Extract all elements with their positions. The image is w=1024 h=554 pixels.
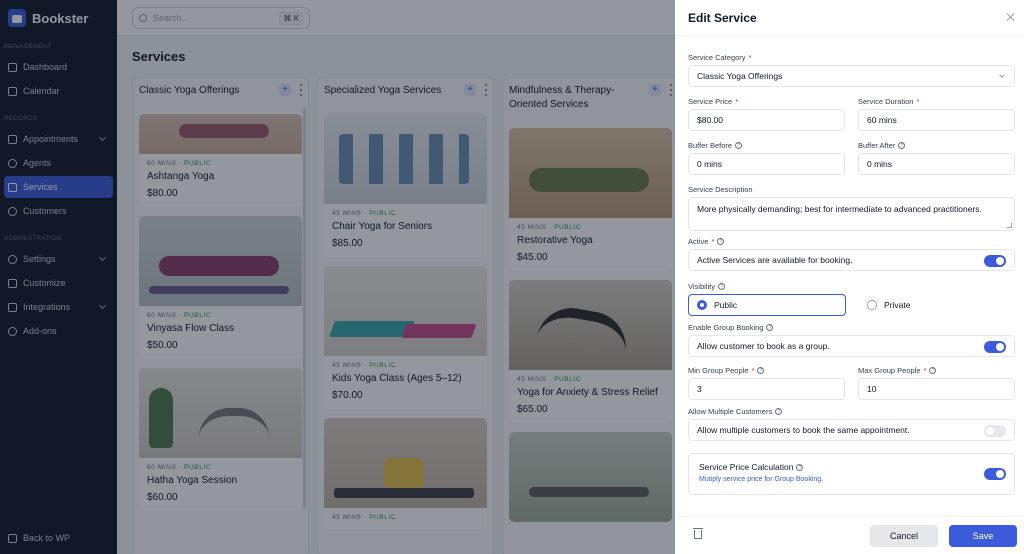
multiple-customers-toggle[interactable] xyxy=(984,425,1006,437)
service-price-input[interactable]: $80.00 xyxy=(688,109,845,131)
info-icon[interactable]: ? xyxy=(717,237,725,245)
visibility-private-radio[interactable]: Private xyxy=(858,294,1015,316)
active-field: Active *? Active Services are available f… xyxy=(688,236,1015,271)
chevron-down-icon xyxy=(999,72,1005,78)
service-description-textarea[interactable]: More physically demanding; best for inte… xyxy=(688,197,1015,231)
field-label: Service Price xyxy=(688,96,733,106)
close-icon[interactable] xyxy=(1006,12,1016,22)
select-value: Classic Yoga Offerings xyxy=(697,71,783,81)
info-icon[interactable]: ? xyxy=(735,141,743,149)
buffer-before-input[interactable]: 0 mins xyxy=(688,153,845,175)
drawer-footer: Cancel Save xyxy=(675,516,1024,554)
toggle-text: Allow multiple customers to book the sam… xyxy=(697,425,910,435)
field-label: Allow Multiple Customers xyxy=(688,406,773,416)
save-button[interactable]: Save xyxy=(949,525,1017,547)
multiple-customers-field: Allow Multiple Customers? Allow multiple… xyxy=(688,406,1015,441)
required-marker: * xyxy=(751,365,755,375)
min-group-input[interactable]: 3 xyxy=(688,378,845,400)
price-calculation-toggle[interactable] xyxy=(984,468,1006,480)
radio-selected-icon xyxy=(697,300,707,310)
buffer-after-field: Buffer After? 0 mins xyxy=(858,140,1015,175)
radio-label: Public xyxy=(714,300,738,310)
textarea-value: More physically demanding; best for inte… xyxy=(697,204,982,214)
edit-service-drawer: Edit Service Service Category * Classic Y… xyxy=(675,0,1024,554)
required-marker: * xyxy=(916,96,920,106)
info-icon[interactable]: ? xyxy=(796,463,804,471)
group-booking-toggle-row: Allow customer to book as a group. xyxy=(688,335,1015,357)
active-toggle[interactable] xyxy=(984,255,1006,267)
service-duration-field: Service Duration * 60 mins xyxy=(858,96,1015,131)
info-icon[interactable]: ? xyxy=(898,141,906,149)
max-group-input[interactable]: 10 xyxy=(858,378,1015,400)
service-price-field: Service Price * $80.00 xyxy=(688,96,845,131)
active-toggle-row: Active Services are available for bookin… xyxy=(688,249,1015,271)
info-icon[interactable]: ? xyxy=(757,366,765,374)
multiple-customers-toggle-row: Allow multiple customers to book the sam… xyxy=(688,419,1015,441)
field-label: Visibility xyxy=(688,281,715,291)
visibility-public-radio[interactable]: Public xyxy=(688,294,846,316)
buffer-after-input[interactable]: 0 mins xyxy=(858,153,1015,175)
trash-icon[interactable] xyxy=(693,528,703,539)
service-description-field: Service Description More physically dema… xyxy=(688,184,1015,231)
field-label: Buffer After xyxy=(858,140,896,150)
info-icon[interactable]: ? xyxy=(766,323,774,331)
required-marker: * xyxy=(711,236,715,246)
service-category-field: Service Category * Classic Yoga Offerings xyxy=(688,52,1015,87)
radio-unselected-icon xyxy=(867,300,877,310)
required-marker: * xyxy=(748,52,752,62)
field-label: Min Group People xyxy=(688,365,749,375)
field-label: Service Description xyxy=(688,184,753,194)
info-icon[interactable]: ? xyxy=(775,407,783,415)
min-group-field: Min Group People *? 3 xyxy=(688,365,845,400)
resize-handle[interactable] xyxy=(1007,223,1012,228)
toggle-text: Allow customer to book as a group. xyxy=(697,341,830,351)
info-icon[interactable]: ? xyxy=(929,366,937,374)
info-icon[interactable]: ? xyxy=(717,282,725,290)
service-category-select[interactable]: Classic Yoga Offerings xyxy=(688,65,1015,87)
required-marker: * xyxy=(923,365,927,375)
price-calc-subtitle: Mutiply service price for Group Booking. xyxy=(699,476,824,483)
field-label: Service Duration xyxy=(858,96,914,106)
price-calc-title: Service Price Calculation xyxy=(699,462,794,472)
max-group-field: Max Group People *? 10 xyxy=(858,365,1015,400)
price-calculation-field: Service Price Calculation? Mutiply servi… xyxy=(688,453,1015,495)
field-label: Max Group People xyxy=(858,365,921,375)
service-duration-input[interactable]: 60 mins xyxy=(858,109,1015,131)
required-marker: * xyxy=(735,96,739,106)
visibility-field: Visibility? Public Private xyxy=(688,281,1015,316)
field-label: Active xyxy=(688,236,709,246)
field-label: Enable Group Booking xyxy=(688,322,764,332)
toggle-text: Active Services are available for bookin… xyxy=(697,255,853,265)
group-booking-field: Enable Group Booking? Allow customer to … xyxy=(688,322,1015,357)
cancel-button[interactable]: Cancel xyxy=(870,525,938,547)
field-label: Buffer Before xyxy=(688,140,733,150)
price-calculation-box: Service Price Calculation? Mutiply servi… xyxy=(688,453,1015,495)
radio-label: Private xyxy=(884,300,911,310)
group-booking-toggle[interactable] xyxy=(984,341,1006,353)
field-label: Service Category xyxy=(688,52,746,62)
buffer-before-field: Buffer Before? 0 mins xyxy=(688,140,845,175)
drawer-title: Edit Service xyxy=(688,10,757,25)
modal-backdrop[interactable] xyxy=(0,0,675,554)
drawer-header: Edit Service xyxy=(675,0,1024,36)
